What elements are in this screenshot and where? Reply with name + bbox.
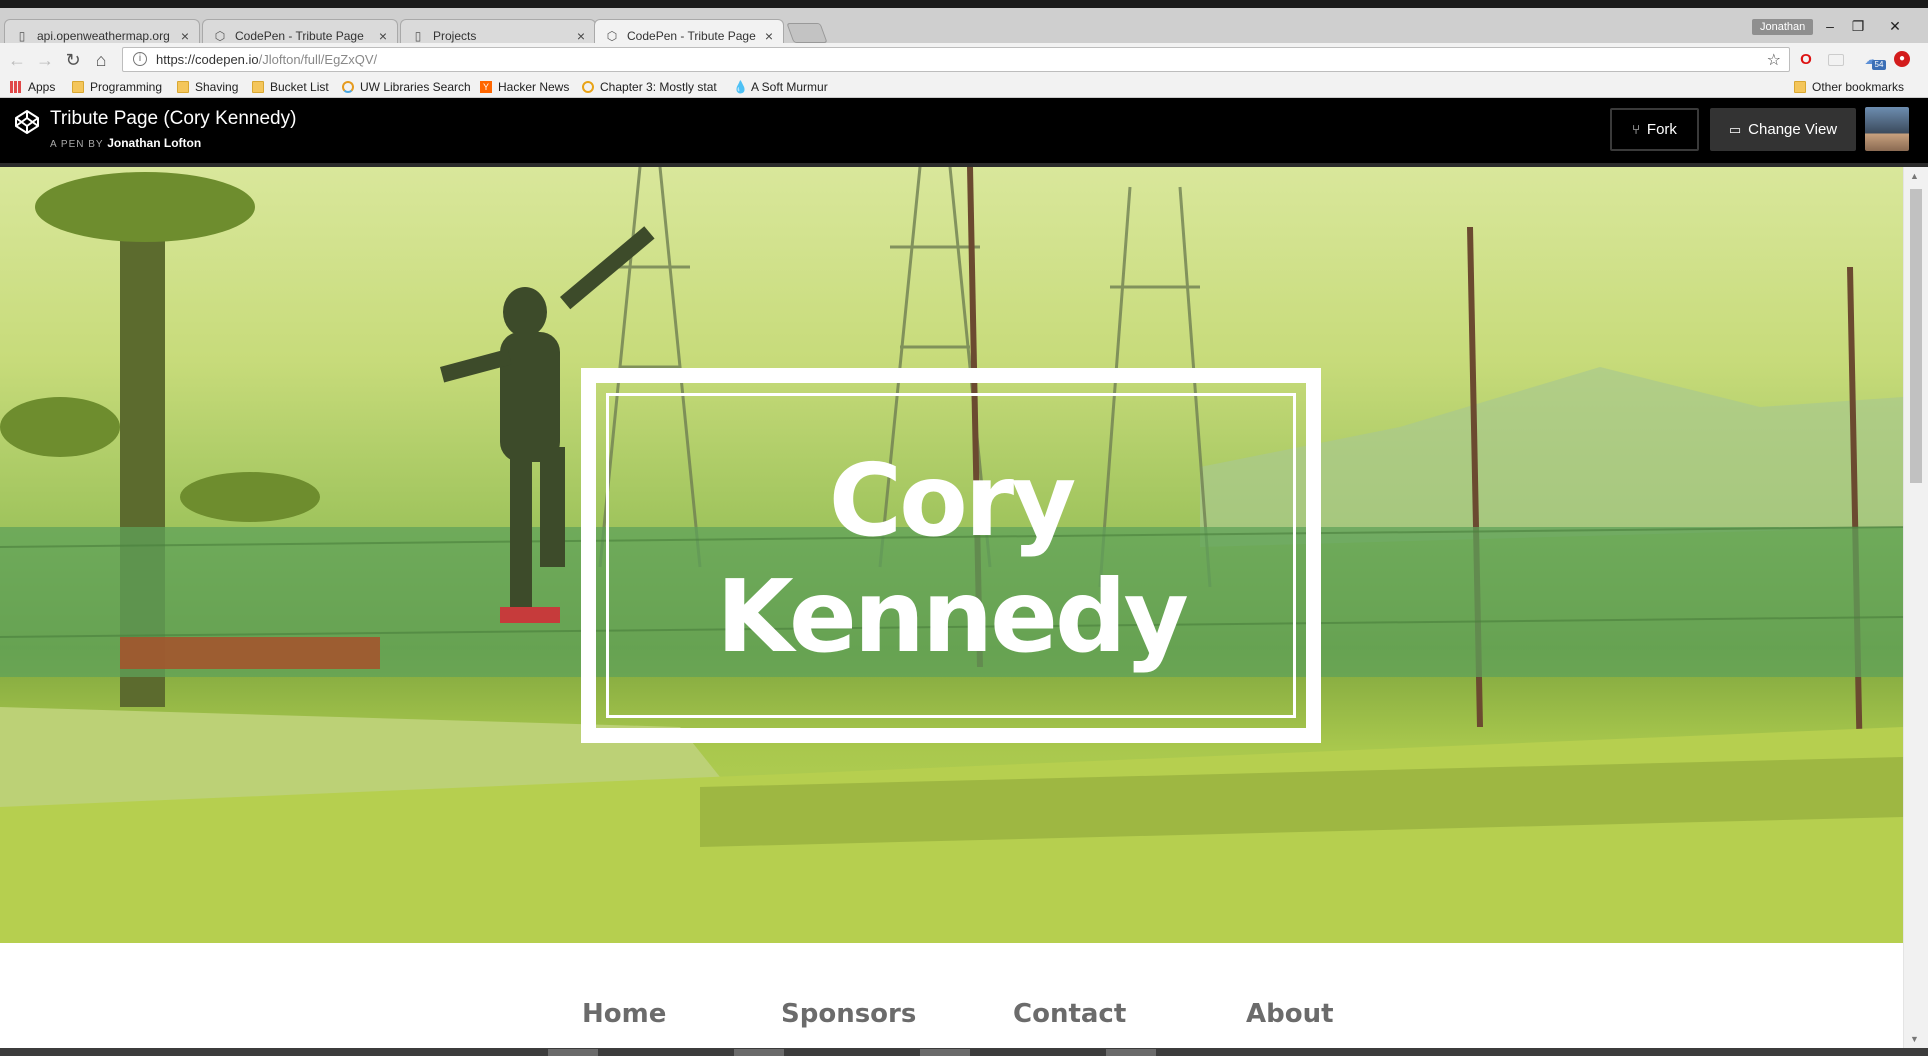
nav-about[interactable]: About: [1246, 999, 1334, 1029]
taskbar-item[interactable]: [548, 1049, 598, 1056]
page-scrollbar[interactable]: ▲ ▼: [1903, 167, 1928, 1048]
nav-home[interactable]: Home: [582, 999, 666, 1029]
bookmark-soft-murmur[interactable]: 💧 A Soft Murmur: [733, 79, 828, 95]
byline-prefix: A PEN BY: [50, 139, 104, 150]
close-icon[interactable]: ×: [765, 28, 773, 44]
new-tab-button[interactable]: [786, 23, 828, 43]
bookmark-label: A Soft Murmur: [751, 80, 828, 94]
tab-title: api.openweathermap.org: [37, 28, 170, 43]
droplet-icon: 💧: [733, 80, 748, 94]
folder-icon: [177, 81, 189, 93]
bookmark-label: Hacker News: [498, 80, 570, 94]
extension-badge: 54: [1872, 60, 1886, 70]
bookmark-hacker-news[interactable]: Y Hacker News: [480, 79, 569, 95]
scroll-down-icon[interactable]: ▼: [1910, 1034, 1919, 1044]
site-nav: Home Sponsors Contact About: [0, 999, 1903, 1049]
codepen-icon: ⬡: [214, 28, 226, 43]
bookmark-label: Chapter 3: Mostly stat: [600, 80, 717, 94]
folder-icon: [1794, 81, 1806, 93]
bookmark-programming[interactable]: Programming: [72, 79, 162, 95]
tab-title: CodePen - Tribute Page: [627, 29, 756, 43]
bookmark-uw-libraries[interactable]: UW Libraries Search: [342, 79, 471, 95]
page-icon: ▯: [414, 28, 422, 43]
hero-title: Cory Kennedy: [596, 443, 1306, 675]
folder-icon: [72, 81, 84, 93]
minimize-icon[interactable]: –: [1815, 16, 1845, 36]
bookmark-label: Shaving: [195, 80, 239, 94]
restore-icon[interactable]: ❐: [1843, 16, 1873, 36]
uw-icon: [342, 81, 354, 93]
bookmark-shaving[interactable]: Shaving: [177, 79, 238, 95]
taskbar-item[interactable]: [1106, 1049, 1156, 1056]
hero-banner: Cory Kennedy: [0, 167, 1903, 943]
author-link[interactable]: Jonathan Lofton: [107, 136, 201, 150]
codepen-header: Tribute Page (Cory Kennedy) A PEN BY Jon…: [0, 98, 1928, 163]
bookmark-apps[interactable]: Apps: [10, 79, 55, 95]
nav-sponsors[interactable]: Sponsors: [781, 999, 916, 1029]
avatar[interactable]: [1865, 107, 1909, 151]
bookmark-label: Apps: [28, 80, 56, 94]
page-viewport: Cory Kennedy: [0, 167, 1903, 1048]
codepen-icon: ⬡: [606, 29, 618, 43]
back-arrow-icon[interactable]: ←: [6, 49, 28, 71]
hacker-news-icon: Y: [480, 81, 492, 93]
folder-icon: [252, 81, 264, 93]
apps-grid-icon: [10, 81, 22, 93]
os-taskbar: [0, 1048, 1928, 1056]
opera-icon[interactable]: O: [1797, 51, 1815, 69]
change-view-button[interactable]: ▭ Change View: [1710, 108, 1856, 151]
layout-icon: ▭: [1728, 121, 1742, 137]
bookmark-label: Programming: [90, 80, 163, 94]
browser-toolbar: ← → ↻ ⌂ i https://codepen.io/Jlofton/ful…: [0, 43, 1928, 76]
adblock-icon[interactable]: ●: [1894, 51, 1910, 67]
close-icon[interactable]: ×: [577, 28, 585, 44]
browser-titlebar: ▯ api.openweathermap.org × ⬡ CodePen - T…: [0, 0, 1928, 52]
taskbar-item[interactable]: [734, 1049, 784, 1056]
scroll-up-icon[interactable]: ▲: [1910, 171, 1919, 181]
extension-icon[interactable]: [1828, 54, 1844, 66]
nav-contact[interactable]: Contact: [1013, 999, 1126, 1029]
fork-button[interactable]: ⑂ Fork: [1610, 108, 1699, 151]
codepen-logo-icon[interactable]: [14, 109, 40, 135]
taskbar-item[interactable]: [920, 1049, 970, 1056]
fork-icon: ⑂: [1632, 122, 1640, 137]
close-icon[interactable]: ×: [181, 28, 189, 44]
bookmark-label: Bucket List: [270, 80, 329, 94]
bookmarks-bar: Apps Programming Shaving Bucket List UW …: [0, 76, 1928, 98]
hero-last-name: Kennedy: [716, 558, 1189, 675]
url-path: /Jlofton/full/EgZxQV/: [258, 52, 378, 67]
tab-title: Projects: [433, 28, 477, 43]
bookmark-chapter-3[interactable]: Chapter 3: Mostly stat: [582, 79, 720, 95]
bookmark-label: UW Libraries Search: [360, 80, 471, 94]
change-view-label: Change View: [1748, 121, 1838, 138]
close-icon[interactable]: ×: [379, 28, 387, 44]
pen-byline: A PEN BY Jonathan Lofton: [50, 136, 201, 150]
bookmark-star-icon[interactable]: ☆: [1767, 50, 1781, 70]
url-host: https://codepen.io: [156, 52, 259, 67]
close-window-icon[interactable]: ✕: [1880, 16, 1910, 36]
pen-title: Tribute Page (Cory Kennedy): [50, 108, 297, 129]
page-icon: ▯: [18, 28, 26, 43]
reload-icon[interactable]: ↻: [62, 49, 84, 71]
scroll-thumb[interactable]: [1910, 189, 1922, 483]
address-bar[interactable]: i https://codepen.io/Jlofton/full/EgZxQV…: [122, 47, 1790, 72]
fork-label: Fork: [1646, 121, 1677, 138]
bookmark-other[interactable]: Other bookmarks: [1794, 79, 1904, 95]
forward-arrow-icon[interactable]: →: [34, 49, 56, 71]
info-icon[interactable]: i: [133, 52, 147, 66]
profile-button[interactable]: Jonathan: [1752, 19, 1814, 35]
tab-title: CodePen - Tribute Page: [235, 28, 364, 43]
hero-name-frame: Cory Kennedy: [581, 368, 1321, 743]
hero-first-name: Cory: [828, 442, 1077, 559]
home-icon[interactable]: ⌂: [90, 49, 112, 71]
bookmark-label: Other bookmarks: [1812, 80, 1905, 94]
chapter-icon: [582, 81, 594, 93]
bookmark-bucket-list[interactable]: Bucket List: [252, 79, 329, 95]
url-text: https://codepen.io/Jlofton/full/EgZxQV/: [156, 52, 377, 67]
